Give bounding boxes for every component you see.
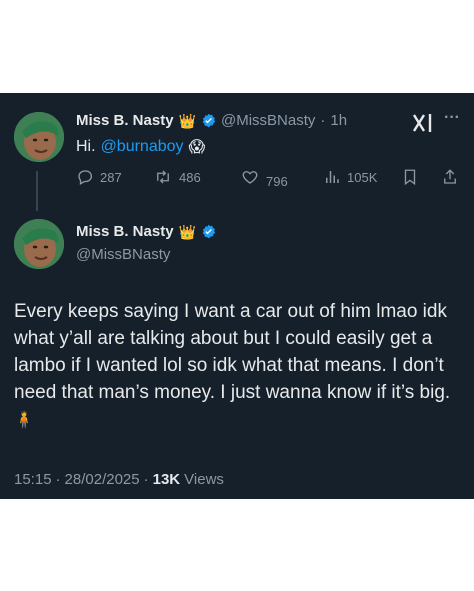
separator: · bbox=[320, 112, 326, 129]
share-icon bbox=[444, 169, 456, 184]
views-button[interactable]: 105K bbox=[323, 168, 377, 186]
reply-time[interactable]: 1h bbox=[330, 112, 347, 129]
reply-actions: 287 486 796 105K bbox=[76, 166, 466, 190]
repost-icon bbox=[157, 170, 169, 184]
main-header: Miss B. Nasty 👑 bbox=[76, 223, 216, 240]
reply-handle[interactable]: @MissBNasty bbox=[221, 112, 315, 129]
repost-button[interactable]: 486 bbox=[153, 168, 201, 186]
bookmark-button[interactable] bbox=[402, 168, 418, 186]
reply-text-prefix: Hi. bbox=[76, 138, 96, 155]
verified-icon bbox=[202, 224, 216, 239]
crown-emoji: 👑 bbox=[178, 112, 196, 129]
verified-icon bbox=[202, 113, 216, 128]
views-count: 105K bbox=[347, 169, 378, 185]
reply-button[interactable]: 287 bbox=[76, 168, 122, 186]
bookmark-icon bbox=[404, 169, 416, 186]
main-avatar[interactable] bbox=[14, 219, 64, 269]
like-icon bbox=[242, 171, 258, 184]
separator: · bbox=[55, 471, 61, 488]
mention-link[interactable]: @burnaboy bbox=[101, 138, 184, 156]
views-total: 13K bbox=[152, 471, 181, 488]
tweet-meta: 15:15 · 28/02/2025 · 13K Views bbox=[14, 471, 224, 488]
views-label: Views bbox=[184, 471, 224, 488]
tweet-text: Every keeps saying I want a car out of h… bbox=[14, 301, 451, 403]
reply-icon bbox=[78, 170, 93, 185]
tweet-time[interactable]: 15:15 bbox=[14, 471, 52, 488]
main-handle[interactable]: @MissBNasty bbox=[76, 246, 170, 263]
reply-header: Miss B. Nasty 👑 @MissBNasty · 1h bbox=[76, 112, 347, 129]
reply-author-name[interactable]: Miss B. Nasty bbox=[76, 112, 174, 129]
grok-icon[interactable] bbox=[412, 113, 434, 138]
thread-line bbox=[36, 171, 38, 211]
tweet-date[interactable]: 28/02/2025 bbox=[65, 471, 140, 488]
separator: · bbox=[143, 471, 149, 488]
crown-emoji: 👑 bbox=[178, 223, 196, 240]
share-button[interactable] bbox=[442, 168, 458, 186]
reply-avatar[interactable] bbox=[14, 112, 64, 162]
more-icon[interactable]: ··· bbox=[444, 109, 460, 127]
tweet-panel bbox=[0, 93, 474, 499]
like-count: 796 bbox=[266, 173, 288, 189]
tweet-body: Every keeps saying I want a car out of h… bbox=[14, 298, 454, 434]
reply-text: Hi. @burnaboy 😱 bbox=[76, 137, 205, 157]
person-standing-emoji: 🧍 bbox=[14, 412, 34, 429]
like-button[interactable]: 796 bbox=[240, 168, 288, 189]
views-icon bbox=[326, 171, 339, 183]
reply-count: 287 bbox=[100, 169, 122, 185]
repost-count: 486 bbox=[179, 169, 201, 185]
shocked-emoji: 😱 bbox=[188, 139, 206, 156]
main-author-name[interactable]: Miss B. Nasty bbox=[76, 223, 174, 240]
